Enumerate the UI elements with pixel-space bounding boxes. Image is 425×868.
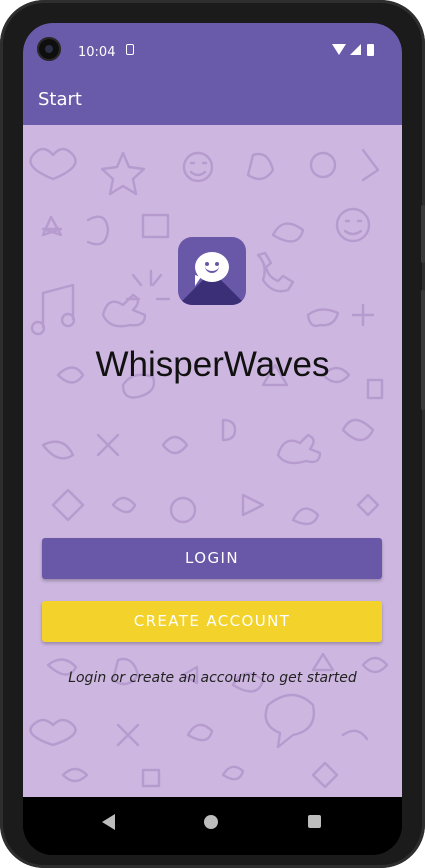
- status-bar: 10:04: [23, 23, 402, 78]
- volume-button: [421, 205, 425, 263]
- app-name: WhisperWaves: [95, 345, 330, 384]
- sim-icon: [126, 44, 134, 55]
- navigation-bar: [23, 797, 402, 855]
- home-icon[interactable]: [204, 815, 218, 829]
- app-bar: Start: [23, 78, 402, 125]
- back-icon[interactable]: [102, 814, 115, 830]
- app-logo: [178, 237, 246, 305]
- page-title: Start: [38, 89, 82, 110]
- wifi-icon: [332, 44, 346, 55]
- camera-icon: [37, 37, 61, 61]
- create-account-button[interactable]: CREATE ACCOUNT: [42, 601, 382, 642]
- screen: 10:04 Start WhisperWaves LOGIN CREATE AC…: [23, 23, 402, 855]
- login-button[interactable]: LOGIN: [42, 538, 382, 579]
- status-time: 10:04: [78, 45, 116, 60]
- start-screen-content: WhisperWaves LOGIN CREATE ACCOUNT Login …: [23, 125, 402, 797]
- recents-icon[interactable]: [308, 815, 321, 828]
- signal-icon: [350, 44, 361, 55]
- doodle-background: [29, 147, 389, 789]
- power-button: [421, 290, 425, 410]
- phone-frame: 10:04 Start WhisperWaves LOGIN CREATE AC…: [0, 0, 425, 868]
- battery-icon: [367, 44, 374, 56]
- hint-text: Login or create an account to get starte…: [68, 670, 357, 686]
